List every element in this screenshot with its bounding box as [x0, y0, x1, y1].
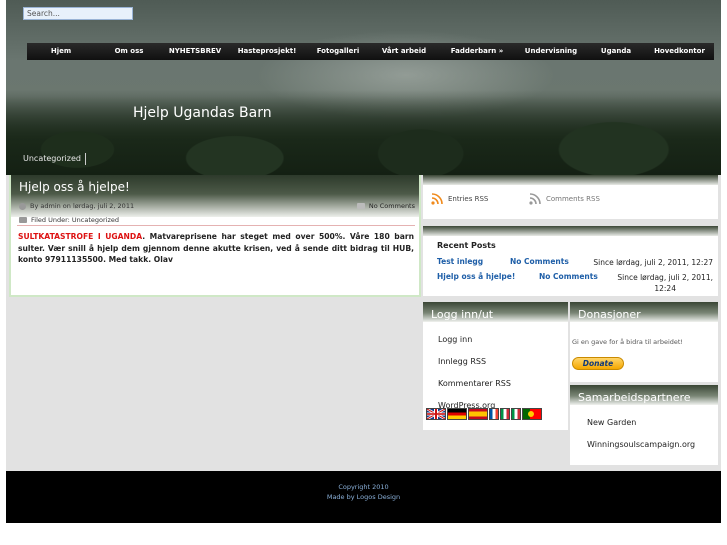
- nav-item-fotogalleri[interactable]: Fotogalleri: [307, 43, 369, 60]
- nav-item-hovedkontor[interactable]: Hovedkontor: [645, 43, 714, 60]
- main-nav: Hjem Om oss NYHETSBREV Hasteprosjekt! Fo…: [27, 43, 714, 60]
- french-flag-icon[interactable]: [489, 408, 499, 420]
- recent-post-comments[interactable]: No Comments: [539, 272, 598, 281]
- post-byline: By admin on lørdag, juli 2, 2011: [19, 202, 134, 210]
- rss-widget-strip: [423, 175, 718, 185]
- search-input[interactable]: Search...: [23, 7, 133, 20]
- site-title[interactable]: Hjelp Ugandas Barn: [133, 105, 272, 121]
- comments-rss-link[interactable]: Kommentarer RSS: [438, 379, 511, 401]
- partners-widget: Samarbeidspartnere New Garden Winningsou…: [570, 385, 718, 465]
- spanish-flag-icon[interactable]: [468, 408, 488, 420]
- italian-flag-icon[interactable]: [500, 408, 510, 420]
- post-comments-link[interactable]: No Comments: [356, 202, 415, 210]
- recent-widget-strip: [423, 226, 718, 236]
- nav-item-uganda[interactable]: Uganda: [587, 43, 645, 60]
- filed-text: Filed Under: Uncategorized: [31, 216, 119, 224]
- donations-widget-title: Donasjoner: [578, 308, 641, 321]
- partner-link-winningsouls[interactable]: Winningsoulscampaign.org: [587, 440, 695, 462]
- nav-item-vart-arbeid[interactable]: Vårt arbeid: [369, 43, 439, 60]
- post-body: SULTKATASTROFE I UGANDA. Matvareprisene …: [18, 231, 414, 266]
- rss-widget: Entries RSS Comments RSS: [423, 175, 718, 219]
- partner-link-new-garden[interactable]: New Garden: [587, 418, 695, 440]
- author-icon: [19, 202, 26, 210]
- post-body-headline: SULTKATASTROFE I UGANDA: [18, 232, 143, 241]
- comments-text: No Comments: [368, 202, 415, 210]
- login-widget: Logg inn/ut Logg inn Innlegg RSS Komment…: [423, 302, 568, 430]
- footer: Copyright 2010 Made by Logos Design: [6, 471, 721, 523]
- recent-post-date-line1: Since lørdag, juli 2, 2011,: [617, 273, 713, 282]
- login-link[interactable]: Logg inn: [438, 335, 511, 357]
- comment-icon: [356, 203, 365, 209]
- recent-posts-widget: Recent Posts Test inlegg No Comments Sin…: [423, 226, 718, 296]
- donations-text: Gi en gave for å bidra til arbeidet!: [572, 338, 684, 346]
- post-card: Hjelp oss å hjelpe! By admin on lørdag, …: [9, 175, 421, 297]
- partners-widget-title: Samarbeidspartnere: [578, 391, 691, 404]
- category-link[interactable]: Uncategorized: [23, 153, 86, 165]
- post-filed-under: Filed Under: Uncategorized: [19, 216, 119, 224]
- footer-credit-link[interactable]: Made by Logos Design: [6, 493, 721, 501]
- nav-item-nyhetsbrev[interactable]: NYHETSBREV: [163, 43, 227, 60]
- nav-item-undervisning[interactable]: Undervisning: [515, 43, 587, 60]
- partner-links: New Garden Winningsoulscampaign.org: [587, 418, 695, 462]
- partners-widget-header: Samarbeidspartnere: [570, 385, 718, 405]
- german-flag-icon[interactable]: [447, 408, 467, 420]
- byline-text: By admin on lørdag, juli 2, 2011: [30, 202, 135, 210]
- nav-item-fadderbarn[interactable]: Fadderbarn »: [439, 43, 515, 60]
- rss-icon: [529, 193, 541, 205]
- folder-icon: [19, 217, 27, 223]
- footer-copyright: Copyright 2010: [338, 483, 389, 491]
- recent-post-date: Since lørdag, juli 2, 2011, 12:27: [593, 258, 713, 267]
- portuguese-flag-icon[interactable]: [522, 408, 542, 420]
- donations-widget-header: Donasjoner: [570, 302, 718, 322]
- donations-widget: Donasjoner Gi en gave for å bidra til ar…: [570, 302, 718, 382]
- nav-item-hasteprosjekt[interactable]: Hasteprosjekt!: [227, 43, 307, 60]
- donate-button[interactable]: Donate: [572, 357, 624, 370]
- login-widget-header: Logg inn/ut: [423, 302, 568, 322]
- login-widget-title: Logg inn/ut: [431, 308, 494, 321]
- comments-rss-link[interactable]: Comments RSS: [529, 193, 600, 205]
- post-divider: [17, 225, 415, 226]
- post-header: Hjelp oss å hjelpe!: [11, 175, 419, 217]
- forest-canopy-decoration: [6, 90, 721, 175]
- comments-rss-label: Comments RSS: [546, 195, 600, 203]
- recent-post-date-line2: 12:24: [654, 284, 676, 293]
- uk-flag-icon[interactable]: [426, 408, 446, 420]
- recent-post-link[interactable]: Hjelp oss å hjelpe!: [437, 272, 515, 281]
- recent-post-comments[interactable]: No Comments: [510, 257, 569, 266]
- posts-rss-link[interactable]: Innlegg RSS: [438, 357, 511, 379]
- recent-post-date: Since lørdag, juli 2, 2011, 12:24: [617, 272, 713, 294]
- italian-flag-icon[interactable]: [511, 408, 521, 420]
- recent-posts-title: Recent Posts: [437, 241, 496, 250]
- nav-item-om-oss[interactable]: Om oss: [95, 43, 163, 60]
- language-flags: [426, 408, 542, 420]
- post-title[interactable]: Hjelp oss å hjelpe!: [19, 180, 130, 194]
- entries-rss-label: Entries RSS: [448, 195, 489, 203]
- header-banner: [6, 0, 721, 175]
- entries-rss-link[interactable]: Entries RSS: [431, 193, 488, 205]
- recent-post-link[interactable]: Test inlegg: [437, 257, 483, 266]
- rss-icon: [431, 193, 443, 205]
- nav-item-hjem[interactable]: Hjem: [27, 43, 95, 60]
